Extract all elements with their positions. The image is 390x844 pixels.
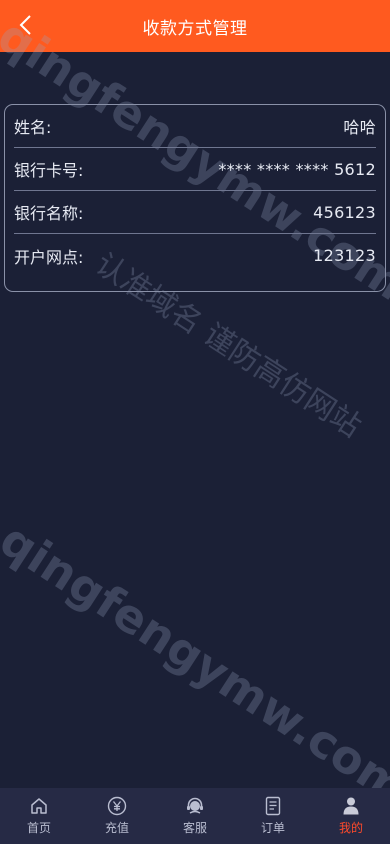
tab-home-label: 首页 (26, 821, 51, 835)
header-bar: 收款方式管理 (0, 0, 390, 52)
tab-orders[interactable]: 订单 (243, 790, 303, 842)
name-value: 哈哈 (343, 118, 376, 137)
tab-mine-label: 我的 (338, 821, 363, 835)
chevron-left-icon (19, 15, 31, 35)
watermark-text-3: qingfengymw.com (0, 512, 390, 815)
name-row: 姓名: 哈哈 (14, 105, 376, 148)
order-icon (263, 796, 283, 816)
page-title: 收款方式管理 (142, 18, 248, 39)
bottom-tab-bar: 首页 充值 客服 订单 我的 (0, 788, 390, 844)
account-info-card: 姓名: 哈哈 银行卡号: **** **** **** 5612 银行名称: 4… (4, 104, 386, 292)
home-icon (29, 796, 49, 816)
yen-icon (107, 796, 127, 816)
back-button[interactable] (14, 14, 36, 36)
branch-label: 开户网点: (14, 247, 84, 267)
tab-service[interactable]: 客服 (165, 790, 225, 842)
bank-name-row: 银行名称: 456123 (14, 191, 376, 234)
tab-service-label: 客服 (182, 821, 207, 835)
tab-recharge-label: 充值 (104, 821, 129, 835)
branch-value: 123123 (313, 246, 376, 265)
bank-name-value: 456123 (313, 202, 376, 222)
tab-mine[interactable]: 我的 (321, 790, 381, 842)
branch-row: 开户网点: 123123 (14, 234, 376, 277)
card-number-value: **** **** **** 5612 (218, 159, 376, 179)
tab-recharge[interactable]: 充值 (87, 790, 147, 842)
name-label: 姓名: (14, 118, 52, 137)
user-icon (341, 796, 361, 816)
headset-icon (185, 796, 205, 816)
tab-home[interactable]: 首页 (9, 790, 69, 842)
bank-name-label: 银行名称: (14, 204, 84, 223)
page: 收款方式管理 qingfengymw.com 认准域名 谨防高仿网站 qingf… (0, 0, 390, 844)
card-number-label: 银行卡号: (14, 161, 84, 180)
card-number-row: 银行卡号: **** **** **** 5612 (14, 148, 376, 191)
tab-orders-label: 订单 (260, 821, 285, 835)
